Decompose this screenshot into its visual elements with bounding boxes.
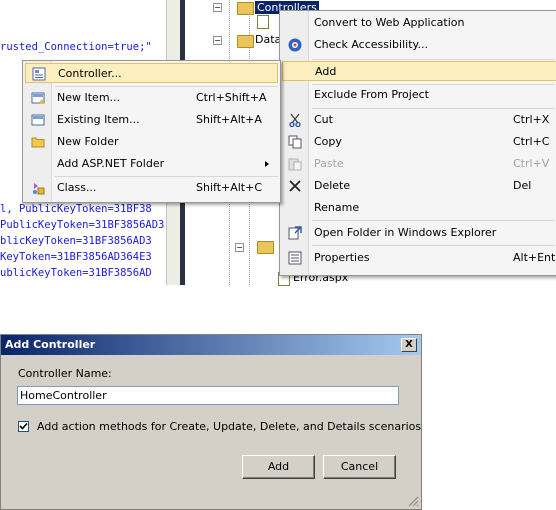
collapse-icon[interactable]: −	[213, 3, 222, 12]
menu-item-cut[interactable]: Cut Ctrl+X	[282, 110, 556, 130]
close-icon[interactable]: X	[401, 338, 417, 352]
code-line: KeyToken=31BF3856AD364E3	[0, 251, 152, 263]
folder-icon	[237, 2, 254, 15]
tree-item-data[interactable]: Data	[255, 33, 281, 46]
menu-separator	[55, 176, 278, 177]
code-line: blicKeyToken=31BF3856AD3	[0, 235, 152, 247]
add-button[interactable]: Add	[242, 455, 315, 479]
collapse-icon[interactable]: −	[235, 243, 244, 252]
dialog-title-bar[interactable]: Add Controller X	[1, 335, 421, 355]
collapse-icon[interactable]: −	[213, 36, 222, 45]
menu-item-open-folder[interactable]: Open Folder in Windows Explorer	[282, 223, 556, 243]
code-line: ublicKeyToken=31BF3856AD	[0, 267, 152, 279]
accessibility-icon	[288, 38, 302, 52]
context-menu: Convert to Web Application Check Accessi…	[279, 10, 556, 276]
menu-item-check-accessibility[interactable]: Check Accessibility...	[282, 35, 556, 55]
paste-icon	[288, 157, 302, 171]
menu-item-exclude[interactable]: Exclude From Project	[282, 85, 556, 105]
menu-item-rename[interactable]: Rename	[282, 198, 556, 218]
menu-separator	[312, 220, 555, 221]
menu-separator	[55, 86, 278, 87]
submenu-item-existing-item[interactable]: Existing Item... Shift+Alt+A	[25, 110, 278, 130]
submenu-item-controller[interactable]: Controller...	[25, 63, 278, 83]
folder-icon	[257, 241, 274, 254]
new-item-icon	[31, 91, 45, 105]
open-folder-icon	[288, 226, 302, 240]
action-methods-checkbox[interactable]	[18, 421, 29, 432]
menu-item-convert[interactable]: Convert to Web Application	[282, 13, 556, 33]
submenu-item-new-item[interactable]: New Item... Ctrl+Shift+A	[25, 88, 278, 108]
cancel-button[interactable]: Cancel	[323, 455, 396, 479]
file-icon	[257, 15, 269, 29]
delete-icon	[288, 179, 302, 193]
menu-separator	[312, 108, 555, 109]
submenu-item-new-folder[interactable]: New Folder	[25, 132, 278, 152]
resize-grip-icon[interactable]	[407, 495, 419, 507]
code-line: rusted_Connection=true;"	[0, 41, 152, 53]
checkmark-icon	[19, 422, 28, 430]
menu-separator	[312, 59, 555, 60]
menu-item-paste[interactable]: Paste Ctrl+V	[282, 154, 556, 174]
controller-name-input[interactable]	[17, 386, 399, 405]
menu-item-copy[interactable]: Copy Ctrl+C	[282, 132, 556, 152]
copy-icon	[288, 135, 302, 149]
properties-icon	[288, 251, 302, 265]
add-submenu: Controller... New Item... Ctrl+Shift+A E…	[22, 60, 281, 203]
folder-icon	[31, 135, 45, 149]
controller-name-label: Controller Name:	[18, 367, 112, 380]
menu-item-delete[interactable]: Delete Del	[282, 176, 556, 196]
menu-separator	[312, 245, 555, 246]
controller-icon	[32, 67, 46, 81]
scissors-icon	[288, 113, 302, 128]
menu-item-properties[interactable]: Properties Alt+Enter	[282, 248, 556, 268]
menu-item-add[interactable]: Add	[282, 61, 556, 81]
code-line: PublicKeyToken=31BF3856AD3	[0, 219, 165, 231]
submenu-item-class[interactable]: Class... Shift+Alt+C	[25, 178, 278, 198]
code-line: l, PublicKeyToken=31BF38	[0, 203, 152, 215]
submenu-item-add-aspnet-folder[interactable]: Add ASP.NET Folder	[25, 154, 278, 174]
class-icon	[31, 181, 45, 195]
folder-icon	[237, 35, 254, 48]
dialog-title: Add Controller	[5, 338, 96, 351]
existing-item-icon	[31, 113, 45, 127]
add-controller-dialog: Add Controller X Controller Name: Add ac…	[0, 334, 422, 510]
action-methods-label[interactable]: Add action methods for Create, Update, D…	[37, 420, 421, 433]
